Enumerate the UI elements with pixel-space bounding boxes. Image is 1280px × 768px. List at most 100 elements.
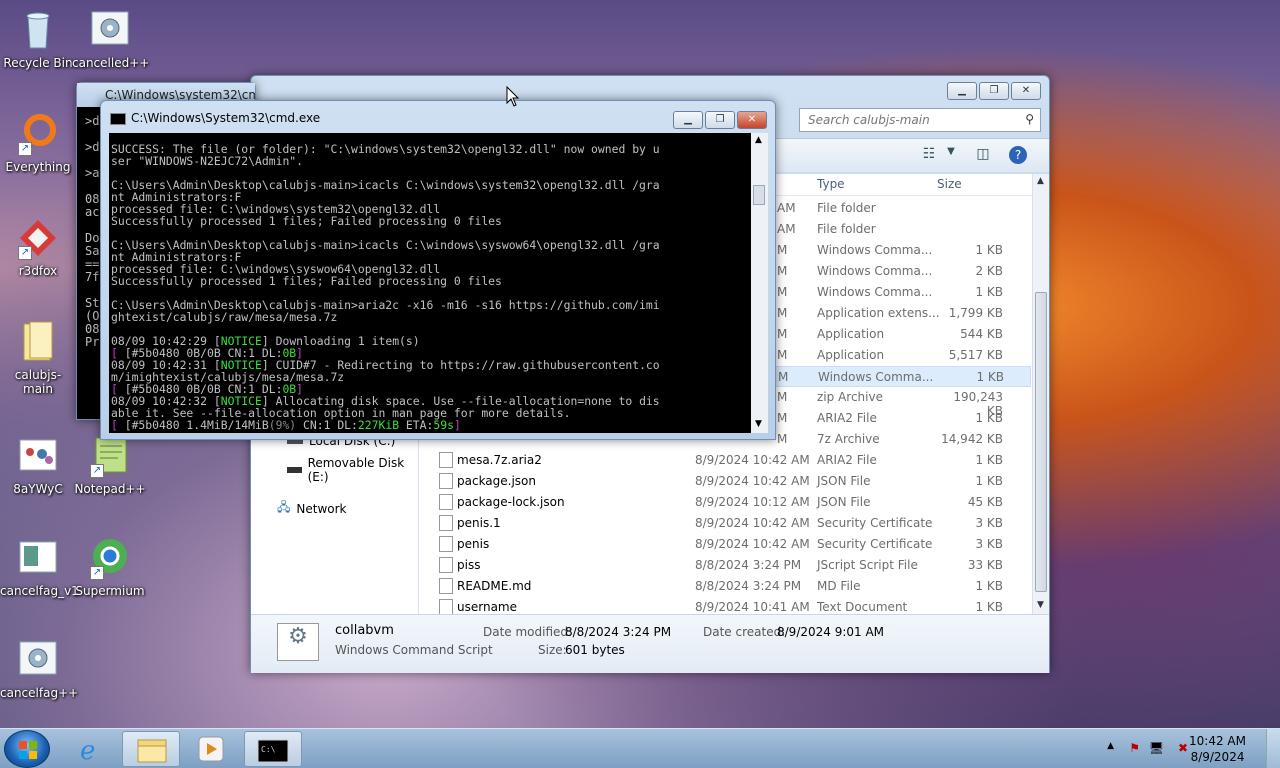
desktop-icon-notepad-plus-plus[interactable]: ↗ Notepad++ xyxy=(72,434,148,496)
settings-file-icon xyxy=(16,638,60,682)
shortcut-arrow-icon: ↗ xyxy=(18,142,32,156)
row-size: 5,517 KB xyxy=(948,348,1003,362)
table-row[interactable]: penis 8/9/2024 10:42 AM Security Certifica… xyxy=(419,534,1031,555)
taskbar-media-player[interactable] xyxy=(182,731,240,767)
row-date: 8/9/2024 10:42 AM xyxy=(695,516,810,530)
table-row[interactable]: README.md 8/8/2024 3:24 PM MD File 1 KB xyxy=(419,576,1031,597)
view-options-icon[interactable]: ☷ xyxy=(919,146,939,164)
r3dfox-icon: ↗ xyxy=(16,216,60,260)
chevron-down-icon[interactable]: ▼ xyxy=(941,146,961,164)
cmd-back-output: >d >d >a 08 ac Do Sa == 7f St (O 08 Pr xyxy=(85,115,99,349)
table-row[interactable]: package-lock.json 8/9/2024 10:12 AM JSON F… xyxy=(419,492,1031,513)
desktop-icon-8aywyc[interactable]: 8aYWyC xyxy=(0,434,76,496)
vertical-scrollbar[interactable]: ▲ ▼ xyxy=(1032,174,1049,614)
desktop-icon-cancelfag-plus-plus[interactable]: cancelfag++ xyxy=(0,638,78,700)
row-size: 1 KB xyxy=(975,285,1003,299)
minimize-button[interactable]: ▁ xyxy=(947,82,977,100)
scroll-down-icon[interactable]: ▼ xyxy=(755,419,762,429)
folder-icon xyxy=(137,739,167,763)
network-icon: 🖧 xyxy=(277,500,291,514)
show-hidden-icons-icon[interactable]: ▲ xyxy=(1107,741,1114,751)
row-name: package-lock.json xyxy=(457,495,565,509)
table-row[interactable]: piss 8/8/2024 3:24 PM JScript Script File 3… xyxy=(419,555,1031,576)
table-row[interactable]: package.json 8/9/2024 10:42 AM JSON File 1 … xyxy=(419,471,1031,492)
cmd-scrollbar[interactable]: ▲ ▼ xyxy=(751,133,768,433)
nav-network[interactable]: 🖧 Network xyxy=(277,498,347,519)
close-button[interactable]: ✕ xyxy=(1011,82,1041,100)
minimize-button[interactable]: ▁ xyxy=(673,111,703,129)
desktop-icon-everything[interactable]: ↗ Everything xyxy=(0,112,76,174)
row-type: Security Certificate xyxy=(817,516,933,530)
everything-icon: ↗ xyxy=(16,112,60,156)
search-input[interactable]: Search calubjs-main ⚲ xyxy=(799,108,1041,132)
row-name: penis xyxy=(457,537,490,551)
scroll-up-icon[interactable]: ▲ xyxy=(1037,176,1044,186)
row-size: 3 KB xyxy=(975,537,1003,551)
mouse-cursor-icon xyxy=(506,85,520,111)
row-size: 2 KB xyxy=(975,264,1003,278)
table-row[interactable]: username 8/9/2024 10:41 AM Text Document 1 … xyxy=(419,597,1031,614)
cmd-back-line: >a xyxy=(85,166,100,180)
row-type: MD File xyxy=(817,579,861,593)
row-date-fragment: M xyxy=(778,370,789,384)
taskbar-internet-explorer[interactable]: e xyxy=(62,731,120,767)
network-status-icon[interactable]: 🖥 xyxy=(1149,741,1164,755)
created-label: Date created: xyxy=(703,625,786,639)
column-size[interactable]: Size xyxy=(937,177,962,191)
row-date-fragment: M xyxy=(777,432,788,446)
desktop-icon-recycle-bin[interactable]: Recycle Bin xyxy=(0,8,76,70)
close-button[interactable]: ✕ xyxy=(737,111,767,129)
file-icon xyxy=(439,494,453,510)
cmd-window[interactable]: C:\Windows\System32\cmd.exe ▁ ❐ ✕ SUCCES… xyxy=(100,100,776,440)
desktop-icon-cancelled[interactable]: cancelled++ xyxy=(72,8,149,70)
maximize-button[interactable]: ❐ xyxy=(705,111,735,129)
row-date-fragment: M xyxy=(777,264,788,278)
volume-muted-icon[interactable]: ✖ xyxy=(1178,741,1188,755)
start-button[interactable] xyxy=(4,730,50,768)
row-type: JScript Script File xyxy=(817,558,918,572)
scroll-up-icon[interactable]: ▲ xyxy=(755,135,762,145)
row-size: 1 KB xyxy=(975,579,1003,593)
row-name: username xyxy=(457,600,517,614)
preview-pane-icon[interactable]: ◫ xyxy=(973,146,993,164)
shortcut-arrow-icon: ↗ xyxy=(90,566,104,580)
file-icon xyxy=(439,557,453,573)
row-size: 1 KB xyxy=(975,411,1003,425)
cmd-scroll-thumb[interactable] xyxy=(753,185,765,205)
help-icon[interactable]: ? xyxy=(1009,146,1027,164)
row-size: 1,799 KB xyxy=(948,306,1003,320)
supermium-icon: ↗ xyxy=(88,536,132,580)
desktop-icon-r3dfox[interactable]: ↗ r3dfox xyxy=(0,216,76,278)
row-date-fragment: M xyxy=(777,243,788,257)
scroll-down-icon[interactable]: ▼ xyxy=(1037,600,1044,610)
nav-removable-disk[interactable]: Removable Disk (E:) xyxy=(287,456,418,484)
row-type: Windows Comma... xyxy=(817,243,933,257)
system-clock[interactable]: 10:42 AM 8/9/2024 xyxy=(1189,733,1246,765)
row-type: ARIA2 File xyxy=(817,453,877,467)
action-center-icon[interactable]: ⚑ xyxy=(1129,741,1140,755)
cmd-titlebar[interactable]: C:\Windows\System32\cmd.exe ▁ ❐ ✕ xyxy=(101,101,775,133)
desktop-icon-cancelfag-v1[interactable]: cancelfag_v1 xyxy=(0,536,79,598)
desktop-icon-supermium[interactable]: ↗ Supermium xyxy=(72,536,148,598)
taskbar-explorer[interactable] xyxy=(122,731,180,767)
settings-file-icon xyxy=(88,8,132,52)
column-type[interactable]: Type xyxy=(817,177,845,191)
table-row[interactable]: penis.1 8/9/2024 10:42 AM Security Certifi… xyxy=(419,513,1031,534)
row-size: 1 KB xyxy=(975,243,1003,257)
scroll-thumb[interactable] xyxy=(1035,292,1047,592)
row-type: JSON File xyxy=(817,474,871,488)
maximize-button[interactable]: ❐ xyxy=(979,82,1009,100)
media-player-icon xyxy=(198,736,224,762)
row-name: penis.1 xyxy=(457,516,501,530)
internet-explorer-icon: e xyxy=(80,736,95,766)
window-file-icon xyxy=(16,536,60,580)
table-row[interactable]: mesa.7z.aria2 8/9/2024 10:42 AM ARIA2 File… xyxy=(419,450,1031,471)
row-size: 1 KB xyxy=(975,453,1003,467)
svg-text:e: e xyxy=(80,736,95,766)
taskbar-cmd[interactable]: C:\ xyxy=(244,731,302,767)
shortcut-arrow-icon: ↗ xyxy=(18,246,32,260)
row-date-fragment: M xyxy=(777,348,788,362)
cmd-console[interactable]: SUCCESS: The file (or folder): "C:\windo… xyxy=(109,133,751,433)
desktop-icon-calubjs-main[interactable]: calubjs-main xyxy=(0,320,76,396)
show-desktop-button[interactable] xyxy=(1266,729,1280,768)
